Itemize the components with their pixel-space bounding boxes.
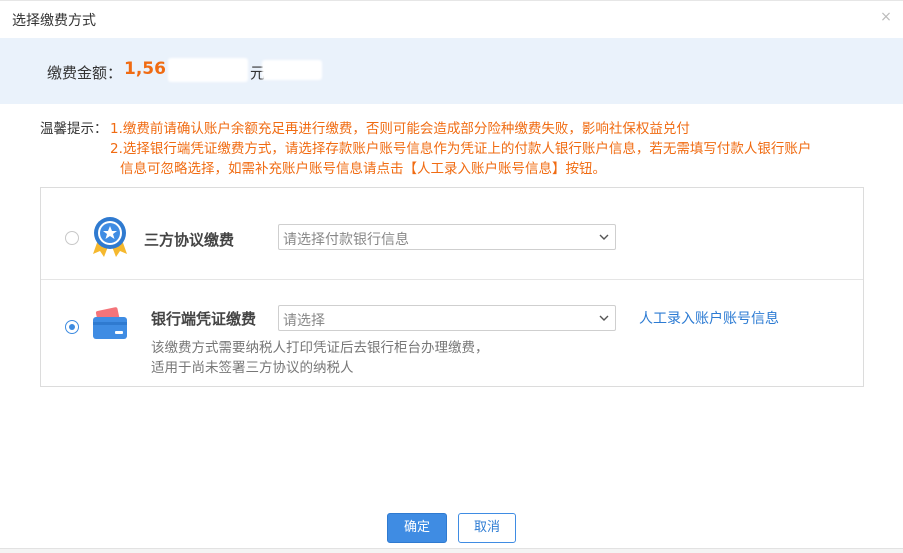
bank-info-select-placeholder: 请选择付款银行信息 — [283, 232, 409, 248]
account-select-placeholder: 请选择 — [283, 313, 325, 329]
radio-three-party[interactable] — [65, 231, 79, 245]
background-page-strip — [0, 548, 903, 553]
manual-entry-account-link[interactable]: 人工录入账户账号信息 — [639, 308, 779, 328]
account-select[interactable]: 请选择 — [278, 305, 616, 331]
option-title-bank-voucher: 银行端凭证缴费 — [151, 310, 257, 328]
cancel-button[interactable]: 取消 — [458, 513, 516, 543]
payment-options: 三方协议缴费 请选择付款银行信息 银行端凭证缴费 请选择 人工录入账户账号信息 … — [40, 187, 864, 387]
bank-card-icon — [91, 305, 131, 345]
chevron-down-icon — [599, 234, 609, 240]
notice-line-1: 1.缴费前请确认账户余额充足再进行缴费，否则可能会造成部分险种缴费失败，影响社保… — [110, 121, 690, 137]
option-title-three-party: 三方协议缴费 — [144, 231, 235, 249]
notice-label: 温馨提示： — [40, 121, 108, 137]
confirm-button[interactable]: 确定 — [387, 513, 447, 543]
bank-info-select[interactable]: 请选择付款银行信息 — [278, 224, 616, 250]
notice-line-3: 信息可忽略选择，如需补充账户账号信息请点击【人工录入账户账号信息】按钮。 — [120, 161, 606, 177]
payment-method-dialog: 选择缴费方式 × 缴费金额： 1,56 元 温馨提示： 1.缴费前请确认账户余额… — [0, 0, 903, 553]
close-icon[interactable]: × — [879, 10, 893, 24]
option-description-line-1: 该缴费方式需要纳税人打印凭证后去银行柜台办理缴费， — [151, 340, 489, 356]
amount-band: 缴费金额： 1,56 元 — [0, 38, 903, 104]
amount-value: 1,56 — [124, 59, 166, 79]
dialog-title: 选择缴费方式 — [12, 13, 96, 29]
dialog-titlebar: 选择缴费方式 × — [0, 1, 903, 37]
notice-line-2: 2.选择银行端凭证缴费方式，请选择存款账户账号信息作为凭证上的付款人银行账户信息… — [110, 141, 812, 157]
badge-star-icon — [89, 214, 131, 262]
redaction-mask — [168, 58, 248, 82]
radio-bank-voucher[interactable] — [65, 320, 79, 334]
option-description-line-2: 适用于尚未签署三方协议的纳税人 — [151, 360, 354, 376]
option-bank-voucher[interactable]: 银行端凭证缴费 请选择 人工录入账户账号信息 该缴费方式需要纳税人打印凭证后去银… — [41, 280, 863, 386]
redaction-mask — [262, 60, 322, 80]
amount-label: 缴费金额： — [47, 64, 123, 82]
option-three-party[interactable]: 三方协议缴费 请选择付款银行信息 — [41, 188, 863, 280]
chevron-down-icon — [599, 315, 609, 321]
